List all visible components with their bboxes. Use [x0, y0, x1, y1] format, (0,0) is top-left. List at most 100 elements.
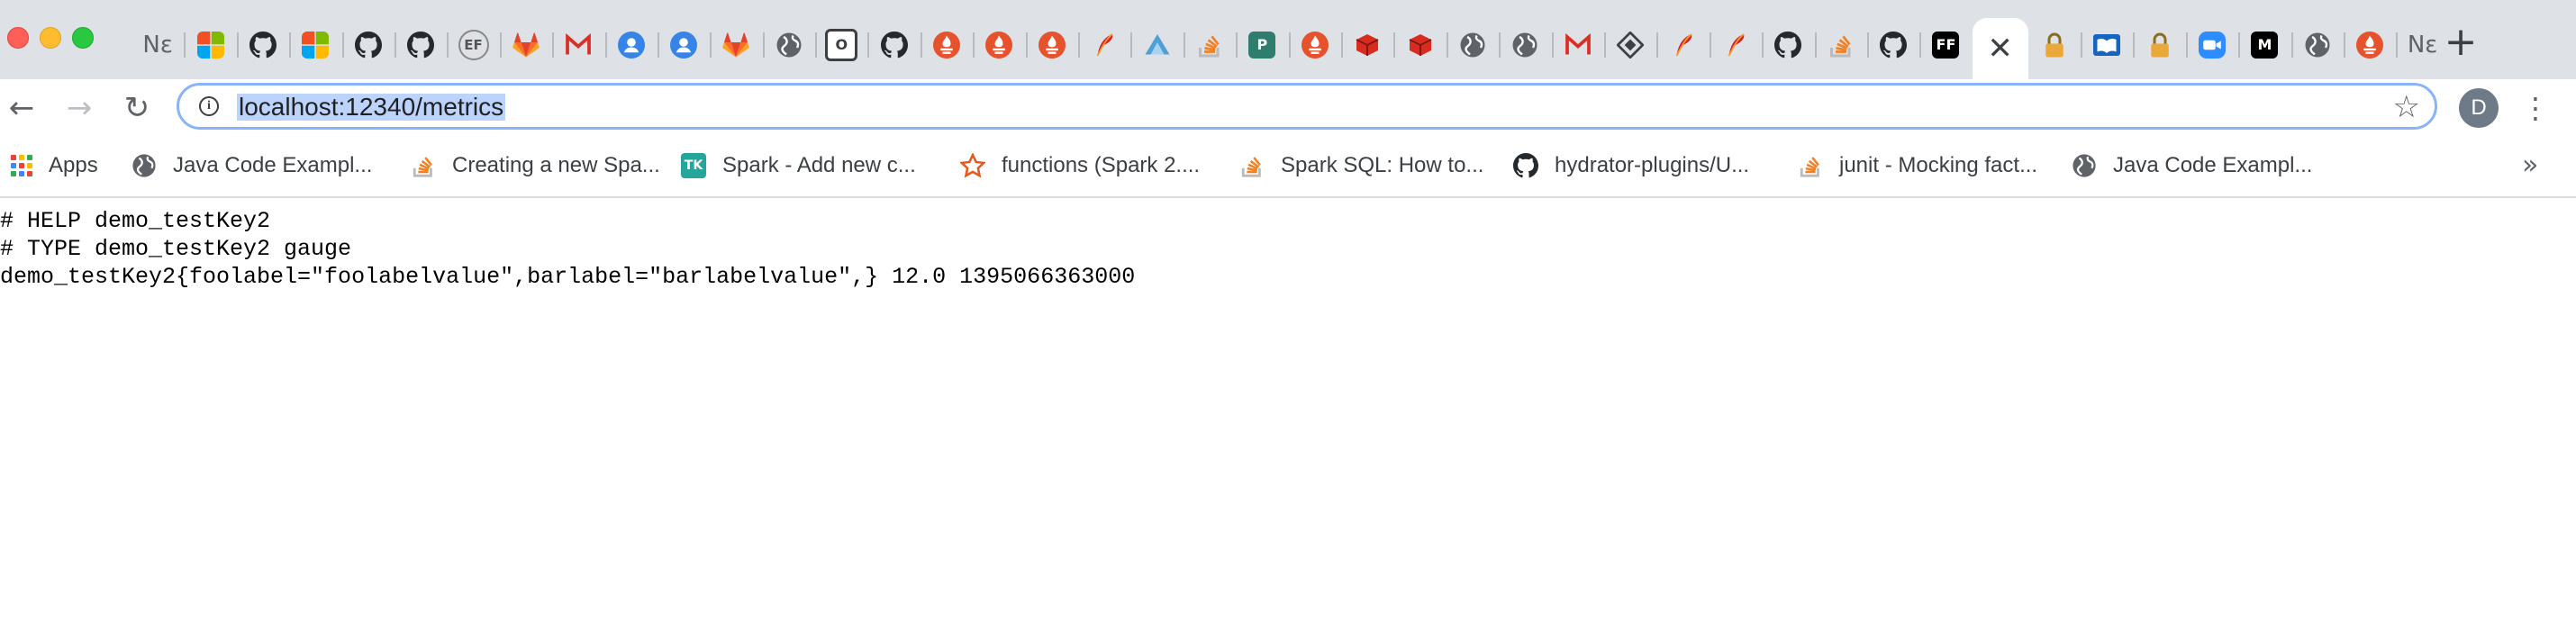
globe-icon	[1459, 32, 1486, 59]
url-text[interactable]: localhost:12340/metrics	[237, 94, 506, 121]
bookmark-item[interactable]: Java Code Exampl...	[2072, 149, 2312, 182]
medium-icon: M	[2251, 32, 2279, 59]
bookmark-label: Spark SQL: How to...	[1281, 153, 1484, 177]
tab[interactable]	[657, 18, 710, 72]
tab[interactable]	[1288, 18, 1341, 72]
window-close-button[interactable]	[7, 27, 29, 49]
tab[interactable]	[1340, 18, 1393, 72]
bookmark-item[interactable]: Spark SQL: How to...	[1239, 149, 1483, 182]
bookmark-label: junit - Mocking fact...	[1839, 153, 2038, 177]
github-icon	[249, 32, 277, 59]
bookmark-item[interactable]: Creating a new Spa...	[411, 149, 660, 182]
bookmark-label: Apps	[49, 153, 98, 177]
github-icon	[880, 32, 908, 59]
tab[interactable]	[973, 18, 1025, 72]
new-tab-button[interactable]: +	[2441, 19, 2481, 65]
metrics-line: demo_testKey2{foolabel="foolabelvalue",b…	[0, 264, 1136, 290]
ef-icon: EF	[458, 30, 489, 60]
redis-icon	[1407, 32, 1434, 59]
tab[interactable]	[2081, 18, 2133, 72]
tab[interactable]	[289, 18, 341, 72]
github-icon	[354, 32, 382, 59]
tab[interactable]	[920, 18, 973, 72]
tab[interactable]	[2185, 18, 2238, 72]
bookmark-label: hydrator-plugins/U...	[1555, 153, 1750, 177]
globe-icon	[1511, 32, 1538, 59]
star-outline-icon	[960, 153, 985, 178]
tab[interactable]: O	[815, 18, 867, 72]
tab[interactable]	[1709, 18, 1762, 72]
bookmark-item[interactable]: hydrator-plugins/U...	[1513, 149, 1749, 182]
prometheus-icon	[1301, 32, 1329, 59]
bookmark-label: Creating a new Spa...	[452, 153, 660, 177]
prometheus-icon	[933, 32, 961, 59]
tab[interactable]	[1656, 18, 1709, 72]
bookmark-star-icon[interactable]: ☆	[2393, 89, 2420, 125]
lock-icon	[2146, 32, 2173, 59]
metrics-line: # TYPE demo_testKey2 gauge	[0, 236, 352, 262]
tab[interactable]	[2028, 18, 2081, 72]
github-icon	[407, 32, 435, 59]
tab[interactable]	[499, 18, 552, 72]
profile-avatar[interactable]: D	[2459, 88, 2499, 128]
tab[interactable]	[1183, 18, 1236, 72]
tab[interactable]	[1762, 18, 1814, 72]
tab[interactable]	[867, 18, 920, 72]
bookmark-item[interactable]: junit - Mocking fact...	[1798, 149, 2037, 182]
site-info-icon[interactable]: i	[199, 96, 219, 116]
bookmark-item[interactable]: functions (Spark 2....	[960, 149, 1200, 182]
tab[interactable]	[2344, 18, 2396, 72]
tab[interactable]	[1866, 18, 1919, 72]
tab[interactable]: M	[2238, 18, 2290, 72]
tab-title: Nε	[142, 32, 173, 59]
globe-icon	[2304, 32, 2331, 59]
tab[interactable]	[2290, 18, 2344, 72]
tab[interactable]	[1814, 18, 1867, 72]
tab[interactable]	[604, 18, 658, 72]
reload-button[interactable]: ↻	[115, 86, 159, 130]
tab[interactable]	[1393, 18, 1446, 72]
github-icon	[1880, 32, 1908, 59]
tab[interactable]	[184, 18, 236, 72]
tab[interactable]	[1130, 18, 1183, 72]
prometheus-icon	[985, 32, 1013, 59]
tab[interactable]: FF	[1919, 18, 1972, 72]
contacts-icon	[617, 32, 645, 59]
tab[interactable]: Nε	[132, 18, 184, 72]
bookmark-label: functions (Spark 2....	[1002, 153, 1201, 177]
tab-active[interactable]: ✕	[1972, 18, 2028, 79]
redis-icon	[1354, 32, 1381, 59]
tab[interactable]	[236, 18, 289, 72]
close-icon[interactable]: ✕	[1987, 35, 2014, 62]
tab[interactable]	[394, 18, 447, 72]
bookmark-item[interactable]: TK Spark - Add new c...	[681, 149, 916, 182]
window-zoom-button[interactable]	[72, 27, 94, 49]
tab[interactable]	[762, 18, 815, 72]
browser-menu-button[interactable]: ⋮	[2521, 86, 2550, 130]
back-button[interactable]: ←	[0, 86, 43, 130]
tab[interactable]: EF	[447, 18, 499, 72]
zoom-icon	[2199, 32, 2227, 59]
bookmarks-overflow-button[interactable]: »	[2522, 149, 2538, 181]
bookmarks-bar: » Apps Java Code Exampl... Creating a new …	[0, 137, 2576, 198]
tab[interactable]	[552, 18, 604, 72]
tab[interactable]	[1499, 18, 1551, 72]
bookmark-label: Java Code Exampl...	[173, 153, 373, 177]
tab[interactable]	[341, 18, 395, 72]
bookmark-item[interactable]: Apps	[11, 149, 98, 182]
tab-strip: Nε EF O P FF ✕ M Nε +	[0, 0, 2576, 79]
tab[interactable]	[1446, 18, 1499, 72]
tab[interactable]	[1078, 18, 1130, 72]
window-minimize-button[interactable]	[40, 27, 61, 49]
forward-button[interactable]: →	[58, 86, 101, 130]
tab[interactable]: P	[1236, 18, 1288, 72]
tab[interactable]	[1025, 18, 1078, 72]
tab[interactable]	[1551, 18, 1604, 72]
tab[interactable]	[1603, 18, 1656, 72]
bookmark-item[interactable]: Java Code Exampl...	[132, 149, 372, 182]
feather-icon	[1670, 32, 1697, 59]
gmail-icon	[565, 32, 592, 59]
address-bar[interactable]: i localhost:12340/metrics ☆	[177, 83, 2437, 130]
tab[interactable]	[2133, 18, 2185, 72]
tab[interactable]	[710, 18, 762, 72]
